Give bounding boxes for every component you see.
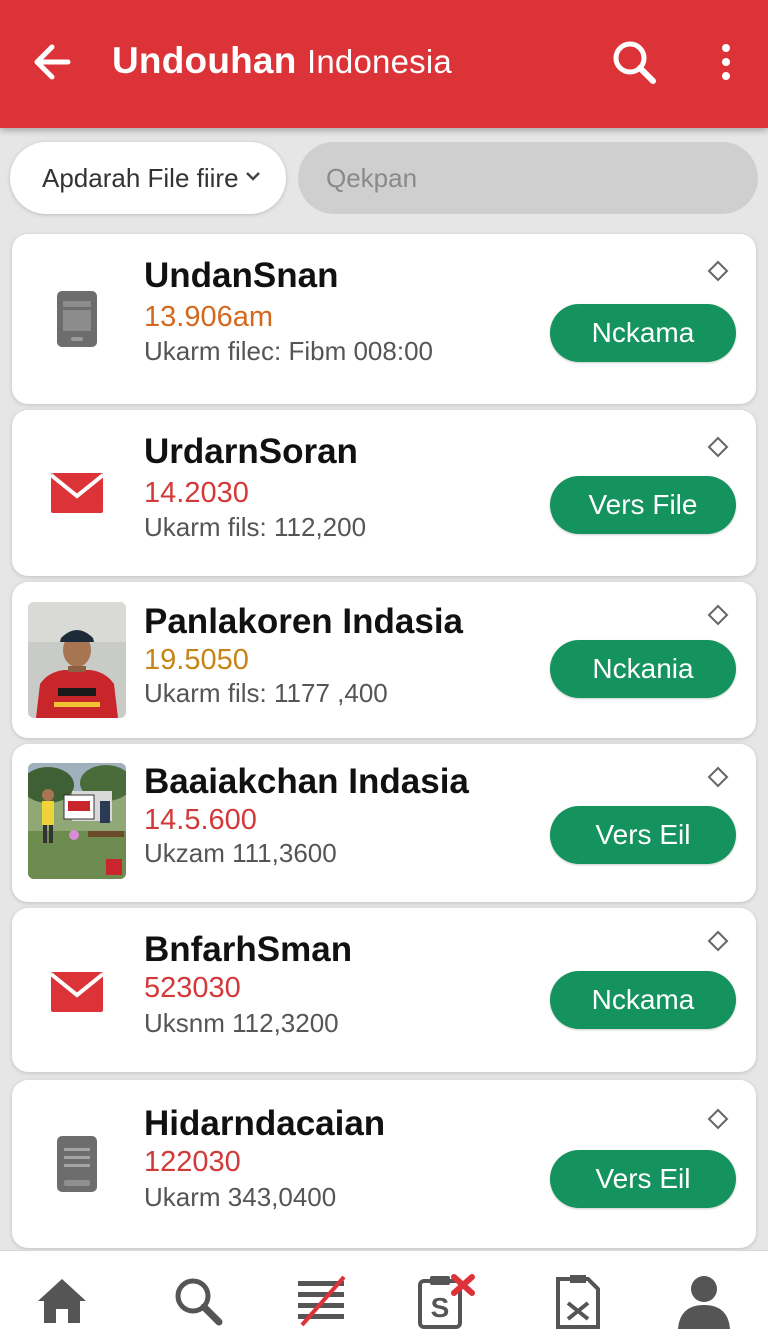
- file-meta: Ukzam 111,3600: [144, 838, 337, 868]
- list-item[interactable]: UrdarnSoran 14.2030 Ukarm fils: 112,200 …: [12, 410, 756, 576]
- page-title: Undouhan Indonesia: [112, 40, 452, 82]
- diamond-icon[interactable]: [707, 766, 729, 788]
- list-strike-icon[interactable]: [294, 1273, 350, 1329]
- dropdown-label: Apdarah File fiire: [42, 162, 239, 193]
- list-item[interactable]: Baaiakchan Indasia 14.5.600 Ukzam 111,36…: [12, 744, 756, 902]
- svg-text:S: S: [431, 1292, 450, 1323]
- file-meta: Ukarm fils: 1177 ,400: [144, 678, 388, 708]
- file-name: BnfarhSman: [144, 930, 353, 969]
- search-input[interactable]: [298, 142, 758, 214]
- search-icon[interactable]: [610, 38, 660, 88]
- action-button[interactable]: Vers Eil: [550, 1150, 736, 1208]
- mail-icon: [28, 435, 126, 551]
- diamond-icon[interactable]: [707, 1108, 729, 1130]
- app-bar: Undouhan Indonesia: [0, 0, 768, 128]
- file-size: 14.5.600: [144, 804, 257, 836]
- action-button[interactable]: Vers Eil: [550, 806, 736, 864]
- action-button[interactable]: Vers File: [550, 476, 736, 534]
- file-name: UrdarnSoran: [144, 432, 358, 471]
- file-meta: Ukarm fils: 112,200: [144, 512, 367, 542]
- file-meta: Uksnm 112,3200: [144, 1008, 339, 1038]
- bottom-nav: S: [0, 1250, 768, 1344]
- diamond-icon[interactable]: [707, 930, 729, 952]
- action-button[interactable]: Nckama: [550, 304, 736, 362]
- title-light: Indonesia: [307, 43, 452, 80]
- mail-icon: [28, 932, 126, 1048]
- search-icon[interactable]: [170, 1273, 226, 1329]
- file-size: 122030: [144, 1146, 241, 1178]
- clipboard-dollar-icon[interactable]: S: [414, 1273, 475, 1329]
- profile-icon[interactable]: [676, 1273, 732, 1329]
- more-vert-icon[interactable]: [710, 40, 742, 84]
- file-size: 13.906am: [144, 301, 273, 333]
- file-name: Panlakoren Indasia: [144, 602, 464, 641]
- file-name: UndanSnan: [144, 256, 339, 295]
- chevron-down-icon: [245, 169, 261, 187]
- file-meta: Ukarm filec: Fibm 008:00: [144, 336, 433, 366]
- file-name: Hidarndacaian: [144, 1104, 386, 1143]
- file-size: 14.2030: [144, 477, 249, 509]
- file-size: 523030: [144, 972, 241, 1004]
- diamond-icon[interactable]: [707, 260, 729, 282]
- home-icon[interactable]: [34, 1273, 90, 1329]
- list-item[interactable]: UndanSnan 13.906am Ukarm filec: Fibm 008…: [12, 234, 756, 404]
- diamond-icon[interactable]: [707, 436, 729, 458]
- file-size: 19.5050: [144, 644, 249, 676]
- portrait-photo: [28, 602, 126, 718]
- list-item[interactable]: Hidarndacaian 122030 Ukarm 343,0400 Vers…: [12, 1080, 756, 1248]
- diamond-icon[interactable]: [707, 604, 729, 626]
- list-item[interactable]: BnfarhSman 523030 Uksnm 112,3200 Nckama: [12, 908, 756, 1072]
- file-name: Baaiakchan Indasia: [144, 762, 469, 801]
- action-button[interactable]: Nckania: [550, 640, 736, 698]
- action-button[interactable]: Nckama: [550, 971, 736, 1029]
- file-filter-dropdown[interactable]: Apdarah File fiire: [10, 142, 286, 214]
- document-icon: [28, 1106, 126, 1222]
- list-item[interactable]: Panlakoren Indasia 19.5050 Ukarm fils: 1…: [12, 582, 756, 738]
- file-x-icon[interactable]: [550, 1273, 606, 1329]
- outdoor-photo: [28, 763, 126, 879]
- filter-bar: Apdarah File fiire: [0, 128, 768, 226]
- file-meta: Ukarm 343,0400: [144, 1182, 337, 1212]
- title-bold: Undouhan: [112, 40, 297, 81]
- tablet-icon: [28, 261, 126, 377]
- back-arrow-icon[interactable]: [30, 38, 74, 86]
